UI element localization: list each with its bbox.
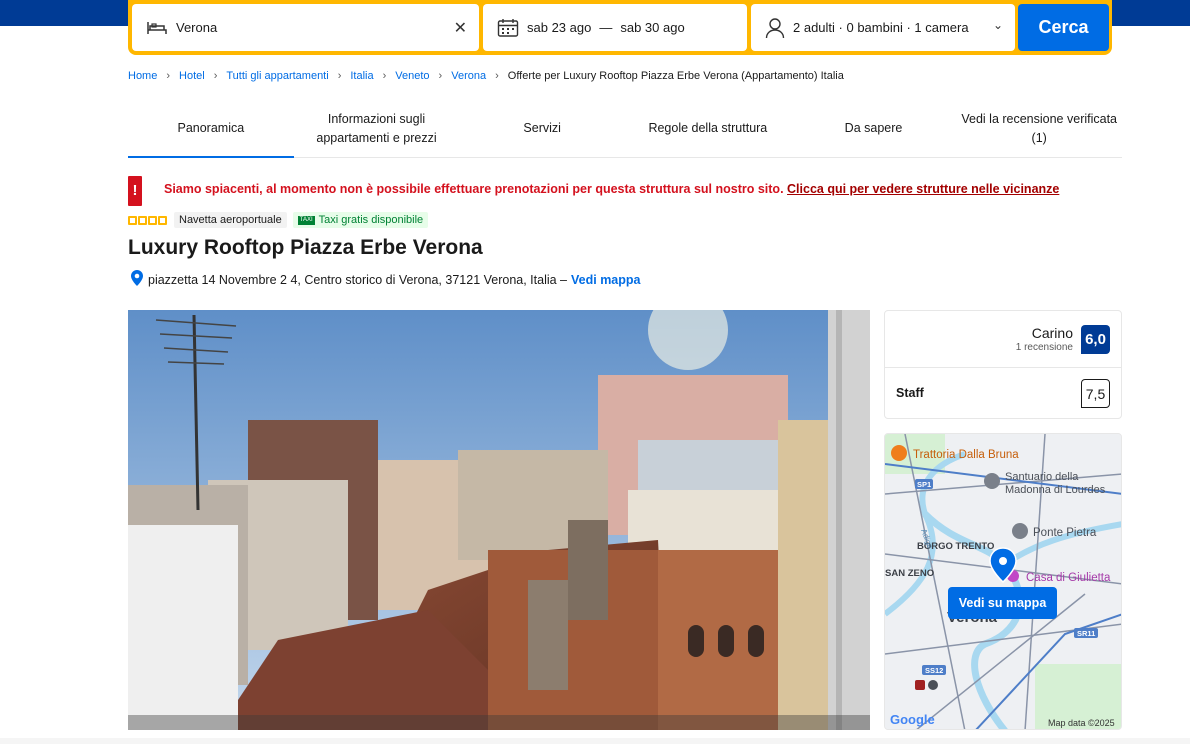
review-count: 1 recensione: [1015, 342, 1073, 353]
staff-score: 7,5: [1081, 379, 1110, 408]
breadcrumb-verona[interactable]: Verona: [451, 70, 486, 82]
nearby-properties-link[interactable]: Clicca qui per vedere strutture nelle vi…: [787, 182, 1059, 196]
breadcrumb: Home › Hotel › Tutti gli appartamenti › Italia…: [128, 70, 844, 82]
date-separator: —: [599, 20, 613, 35]
chevron-right-icon: ›: [166, 70, 171, 82]
chevron-right-icon: ›: [382, 70, 387, 82]
map-label-sp1: SP1: [917, 480, 931, 489]
search-bar: Verona ✕ sab 23 ago — sab 30 ago 2 adult…: [128, 0, 1112, 55]
breadcrumb-current: Offerte per Luxury Rooftop Piazza Erbe V…: [507, 70, 844, 82]
map-attribution: Map data ©2025: [1048, 718, 1115, 728]
property-badges: Navetta aeroportuale TAXI Taxi gratis di…: [128, 211, 429, 229]
map-label-sr11: SR11: [1077, 629, 1095, 638]
chevron-right-icon: ›: [213, 70, 218, 82]
property-title: Luxury Rooftop Piazza Erbe Verona: [128, 236, 483, 259]
guests-field[interactable]: 2 adulti · 0 bambini · 1 camera ⌄: [751, 4, 1015, 51]
chevron-down-icon: ⌄: [992, 18, 1003, 32]
address-text: piazzetta 14 Novembre 2 4, Centro storic…: [148, 272, 568, 287]
show-map-link[interactable]: Vedi mappa: [571, 273, 640, 287]
shuttle-badge: Navetta aeroportuale: [174, 212, 287, 228]
overall-score: Carino 1 recensione 6,0: [885, 311, 1121, 368]
tab-services[interactable]: Servizi: [459, 100, 625, 157]
property-tabs: Panoramica Informazioni sugli appartamen…: [128, 100, 1122, 158]
chevron-right-icon: ›: [438, 70, 443, 82]
destination-field[interactable]: Verona ✕: [132, 4, 479, 51]
clear-icon[interactable]: ✕: [454, 18, 467, 38]
staff-label: Staff: [896, 386, 924, 400]
property-photo[interactable]: [128, 310, 870, 730]
property-address: piazzetta 14 Novembre 2 4, Centro storic…: [131, 270, 641, 289]
unavailable-alert: ! Siamo spiacenti, al momento non è poss…: [128, 176, 1108, 206]
map-label-ponte-pietra: Ponte Pietra: [1033, 527, 1097, 539]
tab-house-rules[interactable]: Regole della struttura: [625, 100, 791, 157]
show-on-map-button[interactable]: Vedi su mappa: [948, 587, 1057, 619]
map-label-trattoria: Trattoria Dalla Bruna: [913, 449, 1019, 461]
map-label-casa-giulietta: Casa di Giulietta: [1026, 572, 1111, 584]
google-logo: Google: [890, 712, 935, 727]
tab-overview[interactable]: Panoramica: [128, 100, 294, 158]
taxi-icon: TAXI: [297, 215, 315, 225]
calendar-icon: [497, 18, 519, 38]
rating-stars: [128, 215, 168, 225]
checkin-date: sab 23 ago: [527, 20, 592, 35]
score-badge: 6,0: [1081, 325, 1110, 354]
star-icon: [128, 215, 137, 225]
breadcrumb-home[interactable]: Home: [128, 70, 157, 82]
score-word: Carino: [1031, 325, 1073, 341]
guests-value: 2 adulti · 0 bambini · 1 camera: [793, 20, 969, 35]
bed-icon: [146, 20, 168, 36]
breadcrumb-italy[interactable]: Italia: [350, 70, 373, 82]
map-label-ss12: SS12: [925, 666, 943, 675]
star-icon: [158, 215, 167, 225]
alert-icon: !: [128, 176, 142, 206]
location-map[interactable]: Trattoria Dalla Bruna Santuario della Ma…: [884, 433, 1122, 730]
taxi-badge: TAXI Taxi gratis disponibile: [292, 212, 429, 228]
breadcrumb-veneto[interactable]: Veneto: [395, 70, 429, 82]
map-label-san-zeno: SAN ZENO: [885, 568, 934, 579]
breadcrumb-apartments[interactable]: Tutti gli appartamenti: [226, 70, 328, 82]
review-score-card[interactable]: Carino 1 recensione 6,0 Staff 7,5: [884, 310, 1122, 419]
checkout-date: sab 30 ago: [620, 20, 685, 35]
alert-message: Siamo spiacenti, al momento non è possib…: [164, 182, 1059, 196]
tab-apartment-info[interactable]: Informazioni sugli appartamenti e prezzi: [294, 100, 460, 157]
destination-value: Verona: [176, 20, 218, 35]
tab-verified-review[interactable]: Vedi la recensione verificata (1): [956, 100, 1122, 157]
map-label-santuario-1: Santuario della: [1005, 471, 1079, 483]
bottom-strip: [0, 738, 1190, 744]
breadcrumb-hotel[interactable]: Hotel: [179, 70, 205, 82]
location-pin-icon: [131, 270, 143, 289]
star-icon: [148, 215, 157, 225]
chevron-right-icon: ›: [337, 70, 342, 82]
star-icon: [138, 215, 147, 225]
alert-text: Siamo spiacenti, al momento non è possib…: [164, 182, 784, 196]
tab-need-to-know[interactable]: Da sapere: [791, 100, 957, 157]
chevron-right-icon: ›: [495, 70, 499, 82]
person-icon: [765, 17, 785, 39]
taxi-text: Taxi gratis disponibile: [318, 214, 424, 226]
map-label-santuario-2: Madonna di Lourdes: [1005, 484, 1106, 496]
dates-field[interactable]: sab 23 ago — sab 30 ago: [483, 4, 747, 51]
search-button[interactable]: Cerca: [1018, 4, 1109, 51]
